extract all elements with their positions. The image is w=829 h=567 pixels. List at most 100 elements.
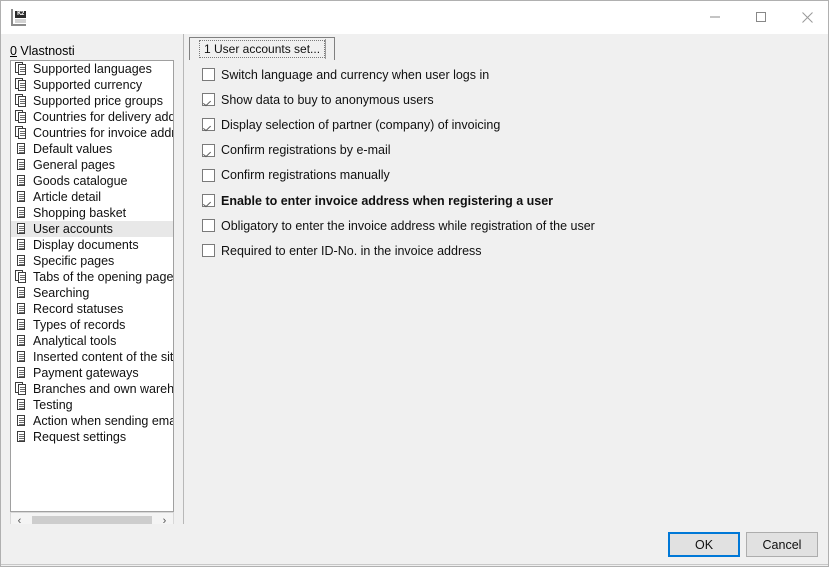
- checkbox-label: Show data to buy to anonymous users: [221, 93, 434, 107]
- list-item[interactable]: Request settings: [11, 429, 173, 445]
- multi-document-icon: [15, 78, 28, 92]
- multi-document-icon: [15, 110, 28, 124]
- panel-caption: 0 Vlastnosti: [10, 44, 75, 58]
- multi-document-icon: [15, 126, 28, 140]
- checkbox-checked[interactable]: [202, 93, 215, 106]
- list-item-label: Record statuses: [33, 301, 123, 317]
- list-item[interactable]: Countries for delivery addresse: [11, 109, 173, 125]
- list-item[interactable]: Branches and own warehouses: [11, 381, 173, 397]
- list-item[interactable]: Analytical tools: [11, 333, 173, 349]
- checkbox-label: Confirm registrations by e-mail: [221, 143, 391, 157]
- list-item[interactable]: Goods catalogue: [11, 173, 173, 189]
- multi-document-icon: [15, 382, 28, 396]
- tab-strip: 1 User accounts set...: [184, 37, 829, 61]
- checkbox-row[interactable]: Required to enter ID-No. in the invoice …: [184, 238, 829, 263]
- list-item[interactable]: Supported price groups: [11, 93, 173, 109]
- checkbox-row[interactable]: Display selection of partner (company) o…: [184, 112, 829, 137]
- document-icon: [15, 190, 28, 204]
- list-item-label: Analytical tools: [33, 333, 116, 349]
- checkbox-row[interactable]: Confirm registrations by e-mail: [184, 138, 829, 163]
- checkbox-row[interactable]: Show data to buy to anonymous users: [184, 87, 829, 112]
- document-icon: [15, 206, 28, 220]
- list-item-label: Supported currency: [33, 77, 142, 93]
- list-item[interactable]: Article detail: [11, 189, 173, 205]
- document-icon: [15, 398, 28, 412]
- checkbox-checked[interactable]: [202, 194, 215, 207]
- list-item[interactable]: Types of records: [11, 317, 173, 333]
- close-button[interactable]: [784, 1, 829, 33]
- list-item-label: General pages: [33, 157, 115, 173]
- checkbox-label: Switch language and currency when user l…: [221, 68, 489, 82]
- list-item[interactable]: Supported currency: [11, 77, 173, 93]
- checkbox-row[interactable]: Obligatory to enter the invoice address …: [184, 213, 829, 238]
- settings-panel: 1 User accounts set... Switch language a…: [184, 34, 829, 524]
- list-item-label: Countries for invoice addresse: [33, 125, 174, 141]
- tab-user-accounts-settings[interactable]: 1 User accounts set...: [189, 37, 335, 60]
- list-item-label: Countries for delivery addresse: [33, 109, 174, 125]
- multi-document-icon: [15, 62, 28, 76]
- tab-strip-divider: [325, 39, 326, 59]
- document-icon: [15, 414, 28, 428]
- panel-caption-mnemonic: 0: [10, 44, 17, 58]
- panel-caption-text: Vlastnosti: [17, 44, 75, 58]
- list-item-label: Request settings: [33, 429, 126, 445]
- list-item-label: Branches and own warehouses: [33, 381, 174, 397]
- document-icon: [15, 174, 28, 188]
- list-item[interactable]: Searching: [11, 285, 173, 301]
- checkbox-unchecked[interactable]: [202, 68, 215, 81]
- list-item[interactable]: Record statuses: [11, 301, 173, 317]
- checkbox-row[interactable]: Enable to enter invoice address when reg…: [184, 188, 829, 213]
- minimize-button[interactable]: [692, 1, 738, 33]
- dialog-button-bar: OK Cancel: [1, 524, 828, 566]
- list-item[interactable]: Tabs of the opening page: [11, 269, 173, 285]
- list-item[interactable]: Countries for invoice addresse: [11, 125, 173, 141]
- checkbox-unchecked[interactable]: [202, 244, 215, 257]
- document-icon: [15, 238, 28, 252]
- multi-document-icon: [15, 94, 28, 108]
- list-item[interactable]: Display documents: [11, 237, 173, 253]
- list-item-label: Supported languages: [33, 61, 152, 77]
- list-item-label: Action when sending email: [33, 413, 174, 429]
- checkbox-label: Display selection of partner (company) o…: [221, 118, 500, 132]
- list-item[interactable]: Action when sending email: [11, 413, 173, 429]
- properties-list[interactable]: Supported languagesSupported currencySup…: [10, 60, 174, 512]
- list-item[interactable]: User accounts: [11, 221, 173, 237]
- list-item-label: Goods catalogue: [33, 173, 128, 189]
- list-item-label: Tabs of the opening page: [33, 269, 173, 285]
- checkbox-checked[interactable]: [202, 118, 215, 131]
- list-item[interactable]: Specific pages: [11, 253, 173, 269]
- list-item[interactable]: Inserted content of the sites: [11, 349, 173, 365]
- list-item-label: Article detail: [33, 189, 101, 205]
- document-icon: [15, 222, 28, 236]
- list-item-label: Searching: [33, 285, 89, 301]
- checkbox-row[interactable]: Switch language and currency when user l…: [184, 62, 829, 87]
- checkbox-unchecked[interactable]: [202, 219, 215, 232]
- list-item[interactable]: Testing: [11, 397, 173, 413]
- checkbox-unchecked[interactable]: [202, 169, 215, 182]
- document-icon: [15, 430, 28, 444]
- document-icon: [15, 142, 28, 156]
- list-item[interactable]: Supported languages: [11, 61, 173, 77]
- list-item[interactable]: Shopping basket: [11, 205, 173, 221]
- settings-checkbox-group: Switch language and currency when user l…: [184, 62, 829, 522]
- list-item-label: Shopping basket: [33, 205, 126, 221]
- checkbox-checked[interactable]: [202, 144, 215, 157]
- checkbox-row[interactable]: Confirm registrations manually: [184, 163, 829, 188]
- document-icon: [15, 302, 28, 316]
- list-item[interactable]: Payment gateways: [11, 365, 173, 381]
- checkbox-label: Confirm registrations manually: [221, 168, 390, 182]
- button-bar-divider: [1, 524, 828, 525]
- document-icon: [15, 158, 28, 172]
- maximize-button[interactable]: [738, 1, 784, 33]
- ok-button[interactable]: OK: [668, 532, 740, 557]
- tab-baseline: [184, 60, 829, 61]
- list-item-label: Supported price groups: [33, 93, 163, 109]
- cancel-button[interactable]: Cancel: [746, 532, 818, 557]
- properties-tree-panel: 0 Vlastnosti Supported languagesSupporte…: [1, 34, 183, 550]
- list-item-label: Display documents: [33, 237, 139, 253]
- document-icon: [15, 366, 28, 380]
- list-item[interactable]: General pages: [11, 157, 173, 173]
- maximize-icon: [755, 11, 767, 23]
- list-item[interactable]: Default values: [11, 141, 173, 157]
- tab-label: 1 User accounts set...: [199, 40, 325, 58]
